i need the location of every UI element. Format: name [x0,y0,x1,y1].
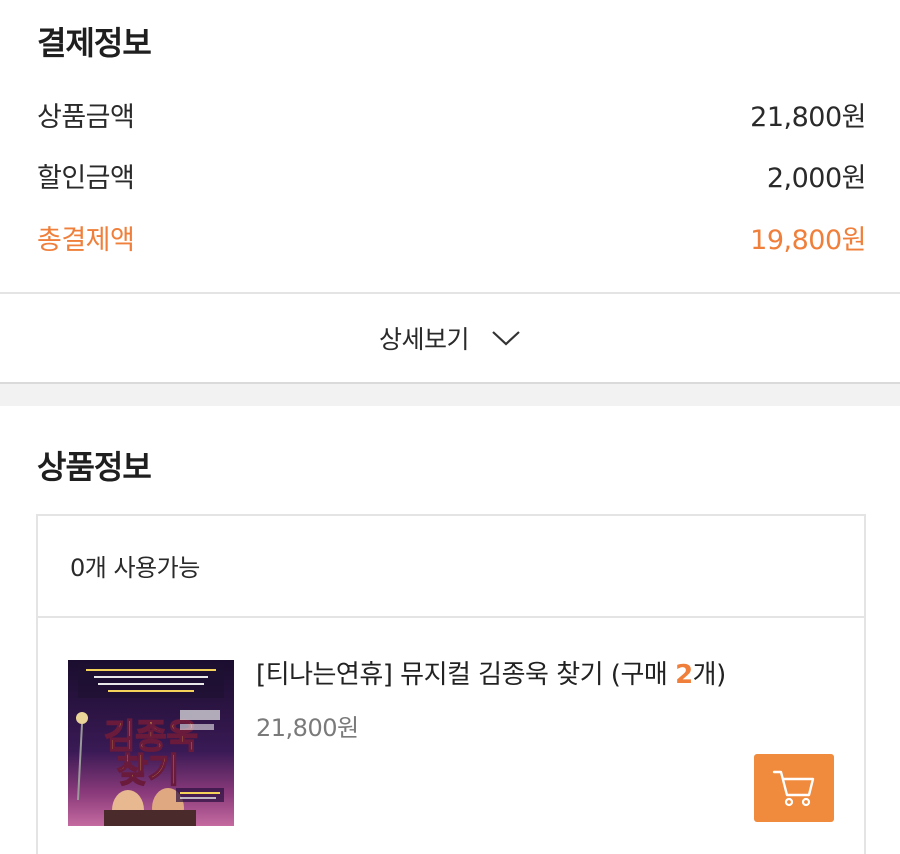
total-amount-label: 총결제액 [37,224,135,256]
shopping-cart-icon [772,770,815,807]
discount-amount-value: 2,000원 [766,162,867,194]
section-separator-band [0,382,900,406]
total-amount-row: 총결제액 19,800원 [37,217,866,257]
product-price: 21,800원 [256,714,359,742]
discount-amount-label: 할인금액 [37,162,135,194]
purchase-quantity: 2 [675,660,693,690]
add-to-cart-button[interactable] [754,754,834,822]
product-name-prefix: [티나는연휴] 뮤지컬 김종욱 찾기 (구매 [256,660,676,690]
detail-view-button[interactable]: 상세보기 [0,294,900,382]
poster-title-line2: 찾기 [117,751,180,791]
payment-info-title: 결제정보 [37,24,152,62]
total-amount-value: 19,800원 [750,224,866,256]
detail-view-label: 상세보기 [378,325,470,354]
product-card-divider [38,616,864,618]
product-amount-label: 상품금액 [37,101,135,133]
product-name-suffix: 개) [692,660,727,690]
product-amount-row: 상품금액 21,800원 [37,94,866,134]
product-amount-value: 21,800원 [750,101,866,133]
product-card: 0개 사용가능 김종욱 찾기 [티나는연휴] 뮤지컬 김종욱 찾기 (구매 2개… [36,514,866,854]
available-count-text: 0개 사용가능 [70,554,200,582]
product-info-title: 상품정보 [37,448,152,486]
discount-amount-row: 할인금액 2,000원 [37,155,867,195]
chevron-down-icon [492,331,520,346]
product-name[interactable]: [티나는연휴] 뮤지컬 김종욱 찾기 (구매 2개) [256,654,726,691]
product-poster-image[interactable]: 김종욱 찾기 [68,660,234,826]
payment-info-section: 결제정보 상품금액 21,800원 할인금액 2,000원 총결제액 19,80… [0,0,900,292]
